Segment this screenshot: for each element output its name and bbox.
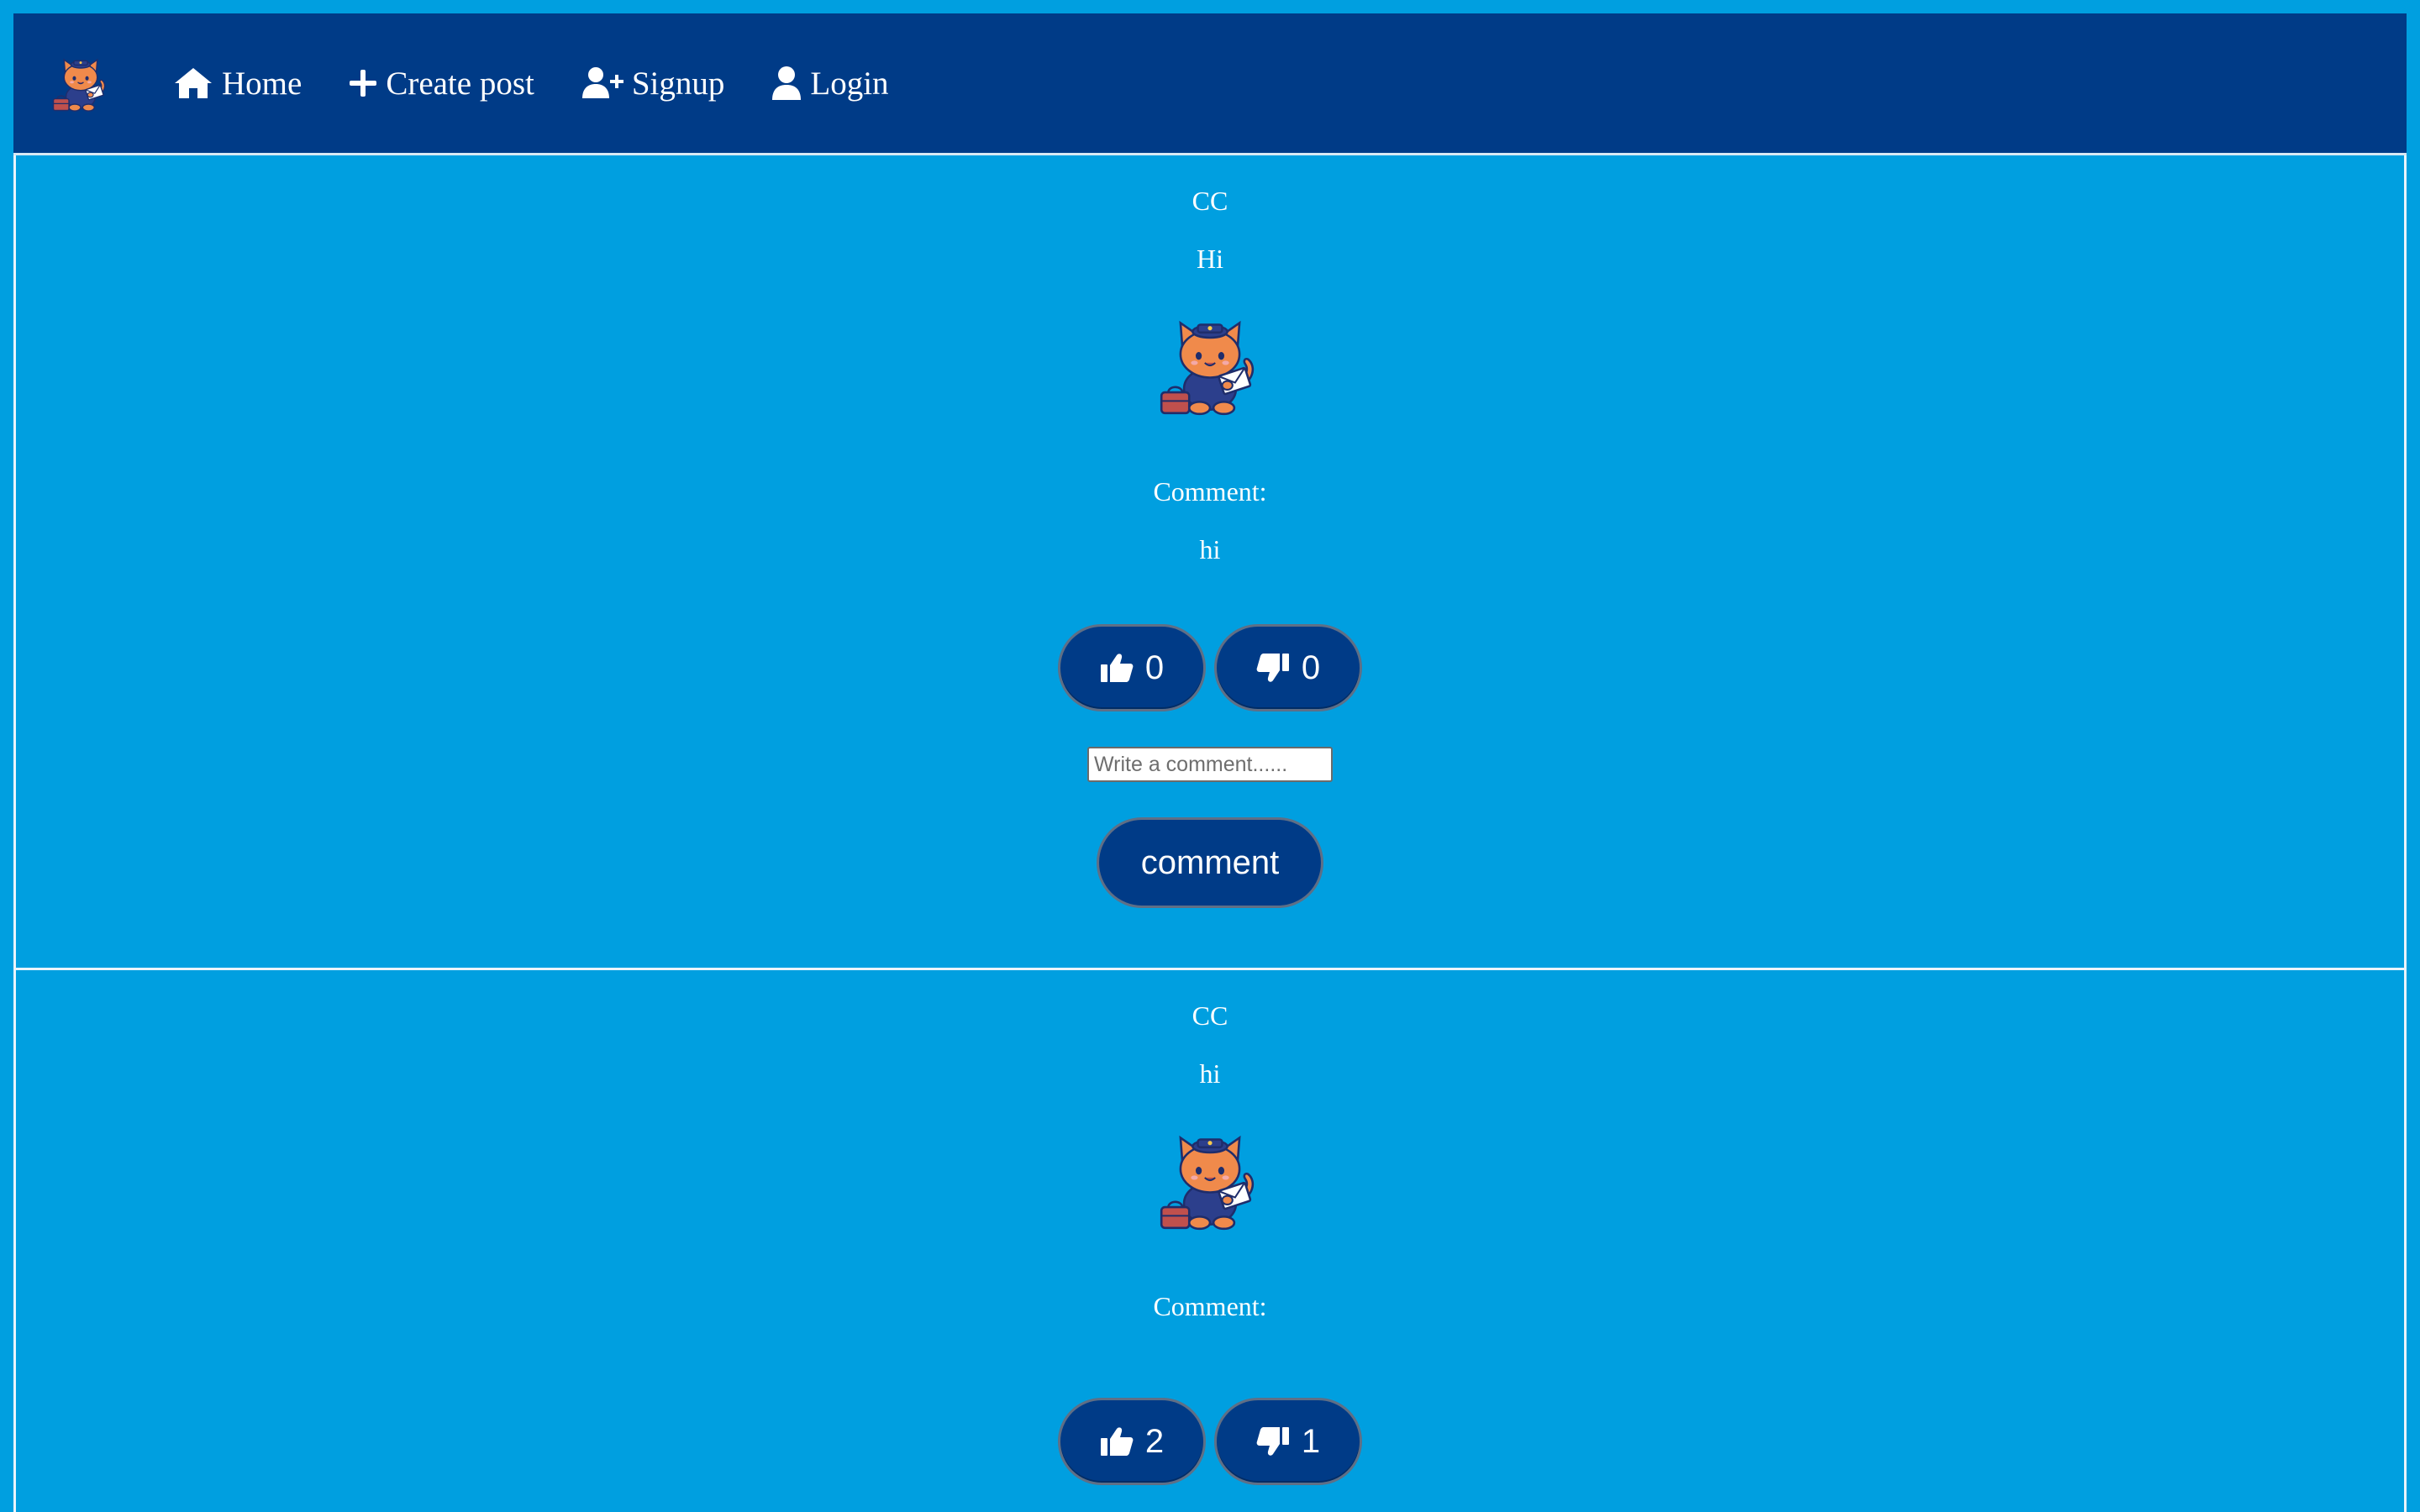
nav-login-label: Login: [810, 65, 889, 102]
vote-row: 2 1: [1058, 1398, 1362, 1485]
user-icon: [771, 66, 802, 101]
thumbs-up-icon: [1100, 653, 1134, 683]
nav-login-link[interactable]: Login: [771, 65, 889, 102]
vote-row: 0 0: [1058, 624, 1362, 711]
nav-signup-label: Signup: [631, 65, 725, 102]
like-count: 0: [1144, 648, 1165, 686]
nav-home-link[interactable]: Home: [173, 65, 302, 102]
plus-icon: [349, 69, 377, 97]
dislike-count: 1: [1301, 1422, 1321, 1460]
like-button[interactable]: 2: [1058, 1398, 1206, 1485]
nav-signup-link[interactable]: Signup: [581, 65, 725, 102]
cat-logo-icon[interactable]: [50, 53, 111, 113]
post-title: hi: [1199, 1058, 1221, 1089]
thumbs-up-icon: [1100, 1426, 1134, 1457]
post-card: CC hi Comment: 2 1: [13, 970, 2407, 1512]
navbar: Home Create post Signup Login: [13, 13, 2407, 155]
comment-input[interactable]: [1087, 747, 1333, 782]
like-count: 2: [1144, 1422, 1165, 1460]
comment-label: Comment:: [1153, 476, 1267, 507]
dislike-button[interactable]: 0: [1214, 624, 1362, 711]
post-author: CC: [1192, 186, 1228, 216]
like-button[interactable]: 0: [1058, 624, 1206, 711]
post-author: CC: [1192, 1000, 1228, 1031]
thumbs-down-icon: [1256, 1426, 1290, 1457]
cat-mail-carrier-image: [1160, 1137, 1255, 1231]
comment-submit-button[interactable]: comment: [1097, 817, 1323, 908]
comment-label: Comment:: [1153, 1291, 1267, 1321]
dislike-button[interactable]: 1: [1214, 1398, 1362, 1485]
dislike-count: 0: [1301, 648, 1321, 686]
nav-create-post-label: Create post: [386, 65, 534, 102]
post-card: CC Hi Comment: hi 0 0 Write a comment...…: [13, 155, 2407, 970]
thumbs-down-icon: [1256, 653, 1290, 683]
page: Home Create post Signup Login CC Hi Comm…: [13, 13, 2407, 1512]
home-icon: [173, 66, 213, 100]
comment-text: hi: [1199, 534, 1221, 564]
user-plus-icon: [581, 66, 623, 100]
nav-create-post-link[interactable]: Create post: [349, 65, 534, 102]
post-title: Hi: [1197, 244, 1223, 274]
cat-mail-carrier-image: [1160, 322, 1255, 416]
nav-home-label: Home: [222, 65, 302, 102]
